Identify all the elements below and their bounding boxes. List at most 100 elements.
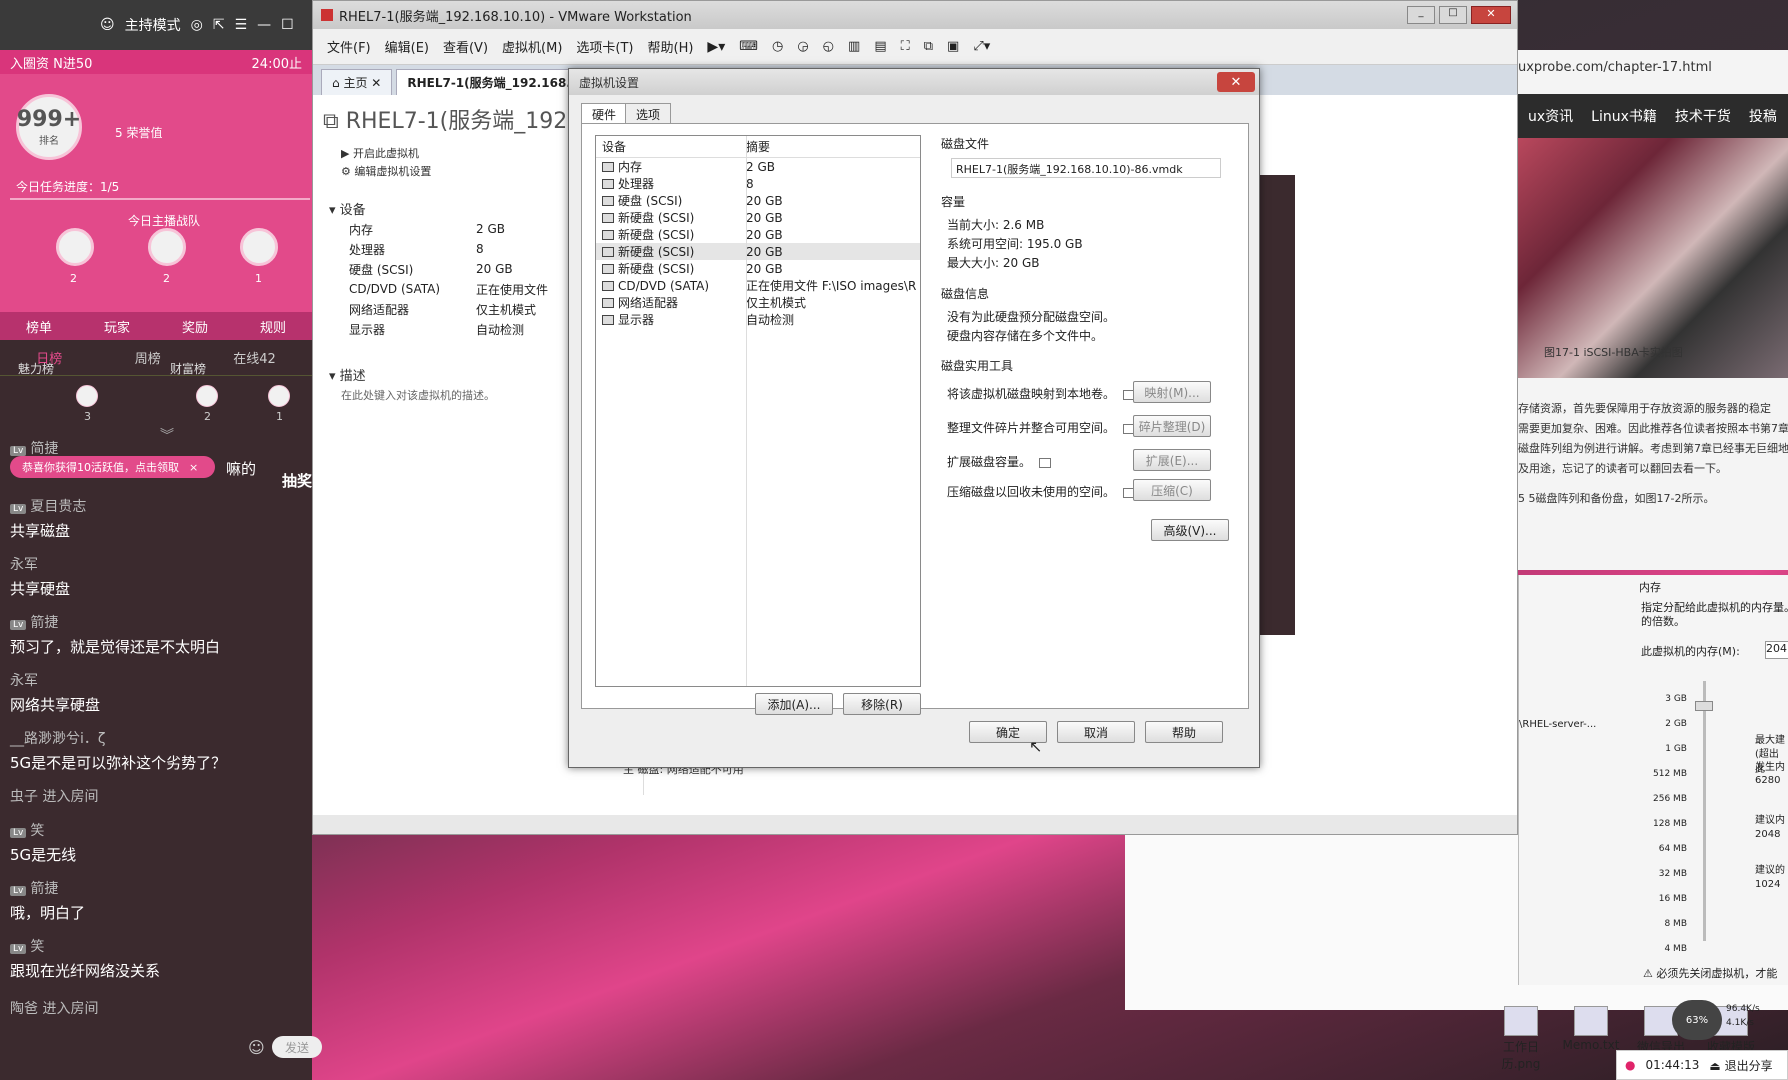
subtab-online[interactable]: 在线42	[233, 348, 276, 367]
charm-avatar-2[interactable]	[196, 385, 218, 407]
defrag-button[interactable]: 碎片整理(D)	[1133, 415, 1211, 437]
draw-label[interactable]: 抽奖	[282, 470, 312, 491]
device-row[interactable]: 网络适配器 仅主机模式	[596, 294, 920, 311]
tab-rules[interactable]: 规则	[260, 317, 286, 336]
advanced-button[interactable]: 高级(V)...	[1151, 519, 1229, 541]
tab-close-icon[interactable]: ✕	[371, 76, 381, 90]
compact-button[interactable]: 压缩(C)	[1133, 479, 1211, 501]
scale-label: 128 MB	[1653, 819, 1687, 829]
help-button[interactable]: 帮助	[1145, 721, 1223, 743]
menu-edit[interactable]: 编辑(E)	[385, 37, 429, 56]
charm-avatar-3[interactable]	[268, 385, 290, 407]
memory-slider-track[interactable]	[1703, 681, 1706, 941]
settings-icon[interactable]: ◎	[191, 17, 203, 33]
browser-url[interactable]: uxprobe.com/chapter-17.html	[1518, 60, 1712, 75]
site-nav: ux资讯 Linux书籍 技术干货 投稿	[1518, 94, 1788, 138]
description-header[interactable]: ▾ 描述	[329, 365, 366, 384]
team-avatar-1[interactable]	[56, 228, 94, 266]
tab-rank[interactable]: 榜单	[26, 317, 52, 336]
stretch-icon[interactable]: ⤢▾	[973, 39, 990, 54]
team-avatar-3[interactable]	[240, 228, 278, 266]
send-button[interactable]: 发送	[272, 1036, 322, 1058]
tab-reward[interactable]: 奖励	[182, 317, 208, 336]
subtab-weekly[interactable]: 周榜	[135, 348, 161, 367]
memory-input[interactable]: 204	[1765, 641, 1788, 659]
cpu-icon	[602, 178, 614, 189]
fullscreen-icon[interactable]: ⛶	[901, 39, 910, 54]
memory-slider-thumb[interactable]	[1695, 701, 1713, 711]
device-row[interactable]: CD/DVD (SATA) 正在使用文件 F:\ISO images\R...	[596, 277, 920, 294]
device-name: 新硬盘 (SCSI)	[618, 211, 695, 225]
device-row[interactable]: 新硬盘 (SCSI) 20 GB	[596, 226, 920, 243]
window-maximize-button[interactable]: □	[1439, 6, 1467, 24]
remove-button[interactable]: 移除(R)	[843, 693, 921, 715]
disk-file-field[interactable]: RHEL7-1(服务端_192.168.10.10)-86.vmdk	[951, 158, 1221, 178]
nav-item[interactable]: ux资讯	[1528, 106, 1573, 126]
device-row[interactable]: 显示器 自动检测	[596, 311, 920, 328]
console-icon[interactable]: ▣	[947, 39, 959, 54]
net-monitor-percent[interactable]: 63%	[1672, 1000, 1722, 1040]
tab-home[interactable]: ⌂ 主页 ✕	[321, 69, 393, 95]
nav-item[interactable]: 技术干货	[1675, 106, 1731, 126]
edit-vm-link[interactable]: ⚙ 编辑虚拟机设置	[341, 163, 431, 179]
library-icon[interactable]: ▥	[848, 39, 860, 54]
device-row[interactable]: 处理器 8	[596, 175, 920, 192]
menu-tabs[interactable]: 选项卡(T)	[576, 37, 633, 56]
window-close-button[interactable]: ✕	[1471, 6, 1511, 24]
team-avatar-2[interactable]	[148, 228, 186, 266]
capacity-header: 容量	[941, 195, 966, 209]
desktop-icon-memo[interactable]: Memo.txt	[1556, 1006, 1626, 1052]
charm-avatar-1[interactable]	[76, 385, 98, 407]
nav-item[interactable]: 投稿	[1749, 106, 1777, 126]
emoji-icon[interactable]: ☺	[248, 1038, 265, 1057]
menu-icon[interactable]: ☰	[235, 17, 248, 33]
menu-file[interactable]: 文件(F)	[327, 37, 371, 56]
menu-view[interactable]: 查看(V)	[443, 37, 488, 56]
menu-vm[interactable]: 虚拟机(M)	[502, 37, 562, 56]
send-keys-icon[interactable]: ⌨	[739, 39, 758, 54]
revert-snapshot-icon[interactable]: ◶	[797, 39, 808, 54]
notice-close-icon[interactable]: ×	[189, 461, 198, 474]
tab-options[interactable]: 选项	[625, 103, 672, 125]
exit-share-button[interactable]: ⏏ 退出分享	[1709, 1057, 1772, 1074]
snapshot-icon[interactable]: ◷	[772, 39, 783, 54]
devices-header[interactable]: ▾ 设备	[329, 199, 366, 218]
max-value: 6280	[1755, 775, 1781, 786]
summary-device: 硬盘 (SCSI)	[349, 262, 414, 277]
power-on-icon[interactable]: ▶▾	[707, 39, 725, 55]
dialog-close-button[interactable]: ✕	[1217, 72, 1255, 92]
host-icon: ☺	[100, 17, 115, 33]
manage-snapshot-icon[interactable]: ◵	[823, 39, 834, 54]
window-minimize-button[interactable]: _	[1407, 6, 1435, 24]
desktop-icon-calendar[interactable]: 工作日历.png	[1486, 1006, 1556, 1072]
minimize-icon[interactable]: —	[257, 17, 271, 33]
share-icon[interactable]: ⇱	[213, 17, 225, 33]
notice-pill[interactable]: 恭喜你获得10活跃值，点击领取 ×	[10, 456, 215, 478]
start-vm-link[interactable]: ▶ 开启此虚拟机	[341, 145, 419, 161]
description-text[interactable]: 在此处键入对该虚拟机的描述。	[341, 387, 495, 403]
device-row[interactable]: 新硬盘 (SCSI) 20 GB	[596, 209, 920, 226]
unity-icon[interactable]: ⧉	[924, 39, 933, 54]
cancel-button[interactable]: 取消	[1057, 721, 1135, 743]
device-list-header: 设备 摘要	[596, 136, 920, 158]
tab-vm[interactable]: RHEL7-1(服务端_192.168...	[396, 69, 591, 95]
chat-message-2: Lv 夏目贵志 共享磁盘	[10, 496, 305, 541]
device-row[interactable]: 内存 2 GB	[596, 158, 920, 175]
thumbnail-icon[interactable]: ▤	[874, 39, 886, 54]
chat-user: 箭捷	[30, 615, 59, 631]
host-mode-label[interactable]: 主持模式	[125, 15, 181, 35]
device-row[interactable]: 硬盘 (SCSI) 20 GB	[596, 192, 920, 209]
maximize-icon[interactable]: ☐	[281, 17, 294, 33]
tab-player[interactable]: 玩家	[104, 317, 130, 336]
add-button[interactable]: 添加(A)...	[755, 693, 833, 715]
info-icon[interactable]	[1039, 457, 1052, 468]
device-row[interactable]: 新硬盘 (SCSI) 20 GB	[596, 260, 920, 277]
chat-message-3: 永军 共享硬盘	[10, 554, 305, 599]
menu-help[interactable]: 帮助(H)	[648, 37, 694, 56]
nav-item[interactable]: Linux书籍	[1591, 106, 1657, 126]
tab-hardware[interactable]: 硬件	[581, 103, 628, 125]
expand-button[interactable]: 扩展(E)...	[1133, 449, 1211, 471]
map-button[interactable]: 映射(M)...	[1133, 381, 1211, 403]
device-row-selected[interactable]: 新硬盘 (SCSI) 20 GB	[596, 243, 920, 260]
chat-text: 共享磁盘	[10, 522, 71, 540]
